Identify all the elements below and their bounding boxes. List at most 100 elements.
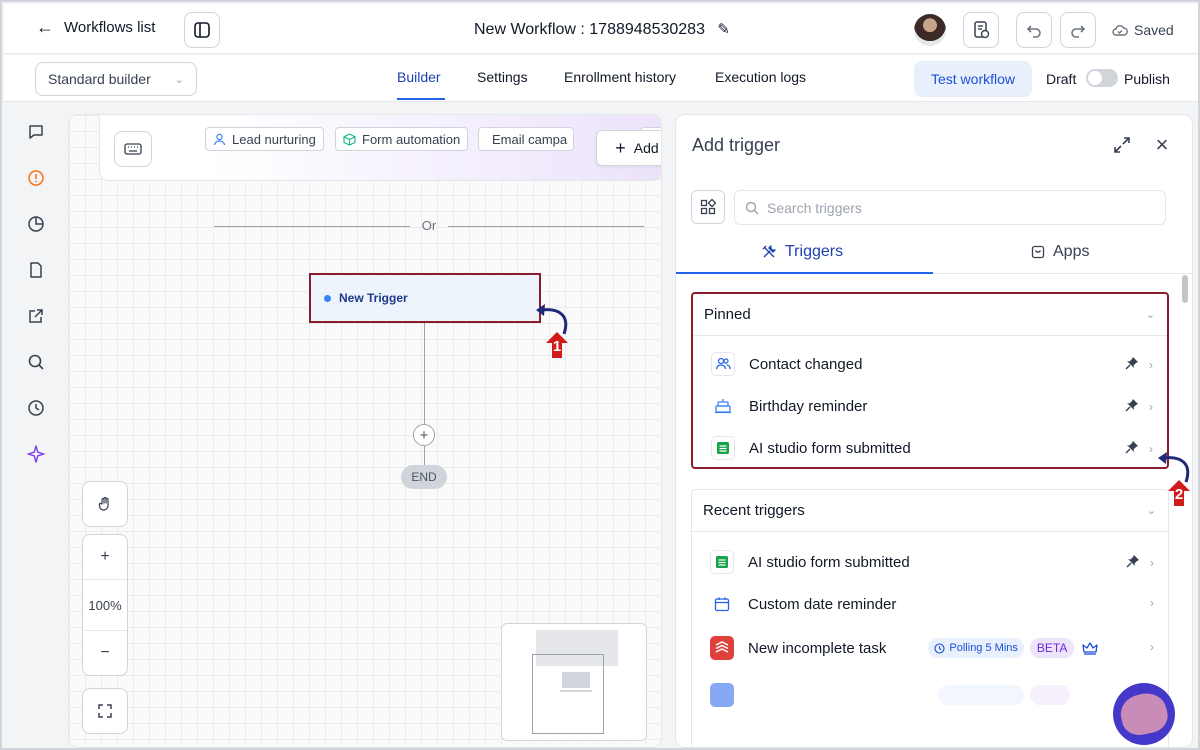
document-icon[interactable] (26, 260, 46, 280)
cloud-check-icon (1112, 25, 1128, 36)
recent-item-ai-studio-form[interactable]: AI studio form submitted › (692, 541, 1168, 583)
pinned-header[interactable]: Pinned ⌄ (693, 294, 1167, 336)
search-triggers-field (734, 190, 1166, 225)
new-trigger-node[interactable]: New Trigger (309, 273, 541, 323)
plus-icon: + (615, 138, 626, 158)
tab-apps[interactable]: Apps (1031, 243, 1089, 261)
row-actions: › (1125, 398, 1153, 415)
trigger-item-birthday-reminder[interactable]: Birthday reminder › (693, 385, 1167, 427)
active-tab-underline (397, 98, 445, 100)
panel-scrollbar[interactable] (1182, 275, 1188, 303)
fit-view-button[interactable] (83, 689, 127, 733)
pie-chart-icon[interactable] (26, 214, 46, 234)
annotation-number: 1 (552, 338, 562, 355)
recent-triggers-header[interactable]: Recent triggers ⌄ (692, 490, 1168, 532)
chip-lead-nurturing[interactable]: Lead nurturing (205, 127, 324, 151)
chat-icon[interactable] (26, 122, 46, 142)
chevron-right-icon: › (1149, 441, 1153, 456)
back-to-workflows-link[interactable]: ← Workflows list (36, 18, 155, 36)
or-label: Or (421, 218, 437, 233)
builder-type-select[interactable]: Standard builder ⌄ (35, 62, 197, 96)
cake-icon (711, 394, 735, 418)
chip-label: Email campa (492, 131, 568, 147)
cube-icon (343, 132, 356, 146)
chip-form-automation[interactable]: Form automation (335, 127, 469, 151)
add-label: Add (633, 140, 659, 156)
app-box-icon (1031, 245, 1045, 259)
tab-settings[interactable]: Settings (477, 69, 528, 85)
contacts-icon (711, 352, 735, 376)
tab-triggers[interactable]: Triggers (761, 243, 843, 261)
search-triggers-input[interactable] (767, 199, 1147, 216)
expand-icon[interactable] (1112, 135, 1132, 155)
annotation-badge-2: 2 (1168, 480, 1190, 506)
saved-label: Saved (1134, 22, 1174, 38)
zoom-level: 100% (83, 579, 127, 631)
undo-button[interactable] (1016, 12, 1052, 48)
canvas-minimap[interactable] (501, 623, 647, 741)
trigger-label: Contact changed (749, 355, 863, 373)
zoom-in-button[interactable]: + (83, 535, 127, 579)
trigger-label: AI studio form submitted (748, 553, 910, 571)
pin-icon[interactable] (1125, 356, 1139, 373)
trigger-item-contact-changed[interactable]: Contact changed › (693, 343, 1167, 385)
tab-triggers-label: Triggers (785, 243, 844, 260)
template-bar: Lead nurturing Form automation Email cam… (99, 115, 661, 181)
row-actions: › (1150, 640, 1154, 654)
brand-heart-shape (1117, 689, 1171, 739)
add-template-button[interactable]: + Add (596, 130, 661, 166)
workflow-title-text: New Workflow : 1788948530283 (474, 21, 705, 38)
recent-item-partial[interactable] (692, 674, 1168, 716)
or-divider-right (448, 226, 644, 227)
pin-icon[interactable] (1126, 554, 1140, 571)
history-icon[interactable] (26, 398, 46, 418)
end-node: END (401, 465, 447, 489)
tab-builder[interactable]: Builder (397, 69, 441, 85)
publish-toggle[interactable] (1086, 69, 1118, 87)
left-rail (4, 103, 64, 748)
tab-apps-label: Apps (1053, 243, 1090, 260)
keyboard-shortcuts-button[interactable] (114, 131, 152, 167)
chevron-down-icon: ⌄ (1145, 309, 1155, 321)
search-icon (745, 201, 759, 214)
pinned-section: Pinned ⌄ Contact changed › Birthday remi… (691, 292, 1169, 469)
chip-email-campaign[interactable]: Email campa (478, 127, 574, 151)
category-grid-button[interactable] (691, 190, 725, 224)
app-window: ← Workflows list New Workflow : 17889485… (0, 0, 1200, 750)
version-history-button[interactable] (963, 12, 999, 48)
brand-logo (1113, 683, 1175, 745)
alert-circle-icon[interactable] (26, 168, 46, 188)
pin-icon[interactable] (1125, 440, 1139, 457)
fullscreen-icon (98, 704, 112, 718)
add-trigger-panel: Add trigger × Triggers Apps Pinned ⌄ (675, 114, 1193, 748)
minimap-viewport (532, 654, 604, 734)
recent-triggers-title: Recent triggers (703, 502, 805, 519)
zoom-out-button[interactable]: − (83, 631, 127, 675)
recent-item-custom-date-reminder[interactable]: Custom date reminder › (692, 583, 1168, 625)
publish-label: Publish (1124, 71, 1170, 87)
user-avatar[interactable] (914, 14, 946, 46)
test-workflow-button[interactable]: Test workflow (914, 61, 1032, 97)
add-step-button[interactable]: + (413, 424, 435, 446)
trigger-item-ai-studio-form[interactable]: AI studio form submitted › (693, 427, 1167, 467)
search-icon[interactable] (26, 352, 46, 372)
pin-icon[interactable] (1125, 398, 1139, 415)
recent-item-new-incomplete-task[interactable]: New incomplete task Polling 5 Mins BETA … (692, 627, 1168, 669)
beta-badge: BETA (1029, 638, 1075, 658)
sparkle-icon[interactable] (26, 444, 46, 464)
pencil-edit-icon[interactable]: ✎ (717, 21, 730, 38)
status-dot (324, 294, 331, 302)
toggle-knob (1088, 71, 1102, 85)
keyboard-icon (124, 143, 142, 155)
external-link-icon[interactable] (26, 306, 46, 326)
tab-enrollment-history[interactable]: Enrollment history (564, 69, 676, 85)
trigger-label: AI studio form submitted (749, 439, 911, 457)
hand-pan-button[interactable] (83, 482, 127, 526)
tab-execution-logs[interactable]: Execution logs (715, 69, 806, 85)
crown-icon (1082, 641, 1098, 655)
sidebar-toggle-button[interactable] (184, 12, 220, 48)
chip-label: Lead nurturing (232, 131, 316, 147)
workflow-canvas[interactable]: Lead nurturing Form automation Email cam… (68, 114, 662, 748)
close-icon[interactable]: × (1150, 133, 1174, 157)
redo-button[interactable] (1060, 12, 1096, 48)
